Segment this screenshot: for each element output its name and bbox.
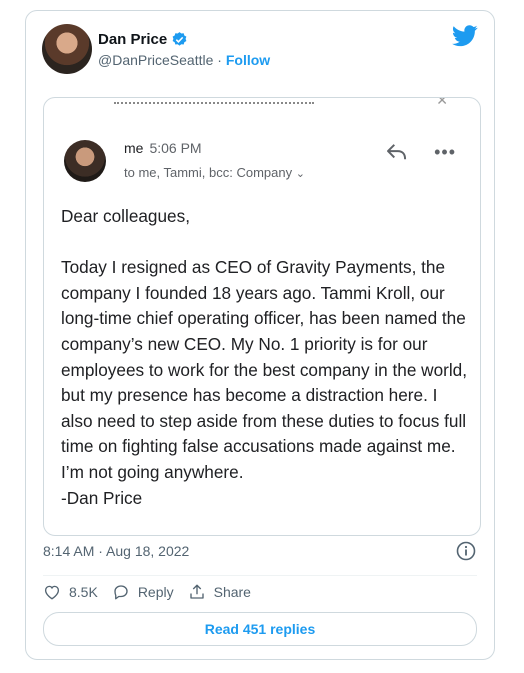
tweet-card: Dan Price @DanPriceSeattle · Follow ✕ me…: [25, 10, 495, 660]
author-name-row[interactable]: Dan Price: [98, 31, 188, 48]
author-handle-row: @DanPriceSeattle · Follow: [98, 52, 270, 68]
reply-label: Reply: [137, 584, 174, 600]
email-recipients: to me, Tammi, bcc: Company ⌄: [124, 165, 305, 180]
reply-bubble-icon: [114, 585, 128, 600]
share-icon: [189, 584, 204, 599]
tweet-timestamp[interactable]: 8:14 AM · Aug 18, 2022: [43, 543, 189, 559]
email-sender-row: me 5:06 PM: [124, 140, 202, 156]
heart-icon: [44, 585, 60, 600]
twitter-bird-icon[interactable]: [452, 25, 478, 47]
like-button[interactable]: 8.5K: [43, 583, 98, 601]
email-time: 5:06 PM: [149, 140, 202, 156]
email-sender: me: [124, 140, 144, 156]
share-button[interactable]: Share: [188, 583, 251, 601]
chevron-down-icon: ⌄: [295, 168, 305, 180]
email-body: Dear colleagues, Today I resigned as CEO…: [61, 206, 468, 508]
like-count: 8.5K: [69, 584, 98, 600]
tweet-actions: 8.5K Reply Share: [43, 583, 251, 601]
email-more-icon: •••: [434, 142, 456, 162]
author-handle[interactable]: @DanPriceSeattle: [98, 52, 213, 68]
handle-separator: ·: [213, 52, 226, 68]
author-avatar[interactable]: [42, 24, 92, 74]
email-reply-icon: [387, 144, 407, 160]
info-icon[interactable]: [456, 541, 476, 561]
follow-button[interactable]: Follow: [226, 52, 270, 68]
cropped-star-icon: ✕: [436, 97, 448, 108]
verified-badge-icon: [172, 32, 187, 46]
share-label: Share: [213, 584, 251, 600]
email-screenshot[interactable]: ✕ me 5:06 PM to me, Tammi, bcc: Company ⌄…: [43, 97, 481, 536]
read-replies-button[interactable]: Read 451 replies: [43, 612, 477, 646]
email-recipients-text: to me, Tammi, bcc: Company: [124, 165, 293, 180]
divider: [43, 575, 477, 576]
reply-button[interactable]: Reply: [112, 583, 174, 601]
sender-avatar: [64, 140, 106, 182]
author-name[interactable]: Dan Price: [98, 31, 167, 48]
cropped-header-text: [114, 98, 314, 104]
